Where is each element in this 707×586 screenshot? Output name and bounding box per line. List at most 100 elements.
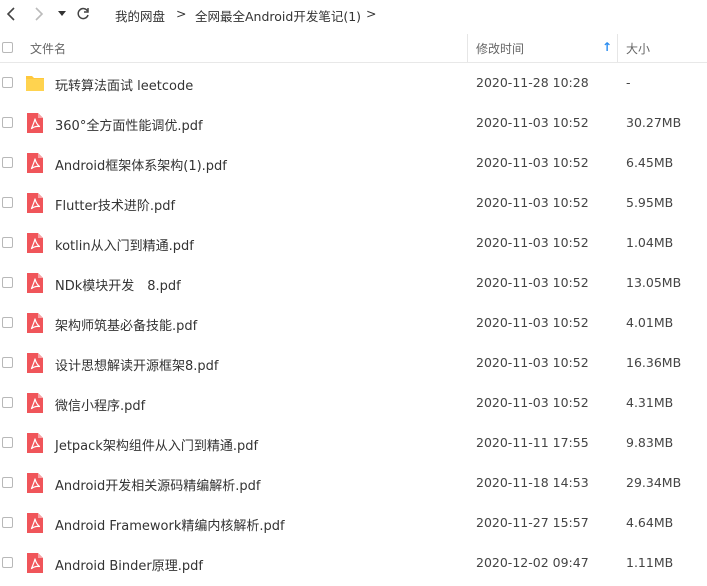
file-name[interactable]: Android Framework精编内核解析.pdf — [55, 515, 285, 534]
breadcrumb-current-folder[interactable]: 全网最全Android开发笔记(1) — [195, 6, 361, 25]
column-divider[interactable] — [467, 34, 468, 62]
chevron-right-icon — [35, 7, 44, 21]
column-header-modified[interactable]: 修改时间 — [476, 40, 524, 57]
pdf-file-icon — [27, 113, 43, 133]
pdf-file-icon — [27, 193, 43, 213]
breadcrumb-separator[interactable]: > — [366, 6, 376, 21]
file-name[interactable]: Android开发相关源码精编解析.pdf — [55, 475, 260, 494]
file-modified-date: 2020-11-03 10:52 — [476, 395, 589, 410]
file-row[interactable]: Android Binder原理.pdf 2020-12-02 09:47 1.11… — [0, 543, 707, 583]
row-checkbox[interactable] — [2, 517, 13, 528]
file-row[interactable]: 微信小程序.pdf 2020-11-03 10:52 4.31MB — [0, 383, 707, 423]
row-checkbox[interactable] — [2, 397, 13, 408]
file-row[interactable]: Android Framework精编内核解析.pdf 2020-11-27 15… — [0, 503, 707, 543]
file-type-icon — [25, 72, 45, 94]
file-type-icon — [25, 152, 45, 174]
file-modified-date: 2020-11-03 10:52 — [476, 275, 589, 290]
pdf-file-icon — [27, 273, 43, 293]
file-type-icon — [25, 272, 45, 294]
sort-arrow-icon: ↑ — [602, 40, 613, 54]
file-name[interactable]: Flutter技术进阶.pdf — [55, 195, 175, 214]
file-name[interactable]: Android Binder原理.pdf — [55, 555, 203, 574]
file-modified-date: 2020-11-03 10:52 — [476, 115, 589, 130]
file-row[interactable]: 设计思想解读开源框架8.pdf 2020-11-03 10:52 16.36MB — [0, 343, 707, 383]
file-modified-date: 2020-11-11 17:55 — [476, 435, 589, 450]
pdf-file-icon — [27, 513, 43, 533]
row-checkbox[interactable] — [2, 237, 13, 248]
file-type-icon — [25, 192, 45, 214]
file-row[interactable]: 玩转算法面试 leetcode 2020-11-28 10:28 - — [0, 63, 707, 103]
file-type-icon — [25, 232, 45, 254]
pdf-file-icon — [27, 153, 43, 173]
file-row[interactable]: Jetpack架构组件从入门到精通.pdf 2020-11-11 17:55 9.8… — [0, 423, 707, 463]
refresh-icon — [77, 7, 89, 20]
back-button[interactable] — [2, 4, 20, 24]
row-checkbox[interactable] — [2, 357, 13, 368]
file-name[interactable]: 架构师筑基必备技能.pdf — [55, 315, 197, 334]
folder-icon — [26, 76, 44, 91]
file-type-icon — [25, 512, 45, 534]
file-name[interactable]: NDk模块开发 8.pdf — [55, 275, 181, 294]
toolbar: 我的网盘 > 全网最全Android开发笔记(1) > — [0, 0, 707, 28]
file-size: 1.04MB — [626, 235, 674, 250]
file-modified-date: 2020-11-03 10:52 — [476, 315, 589, 330]
file-type-icon — [25, 112, 45, 134]
file-modified-date: 2020-11-03 10:52 — [476, 355, 589, 370]
file-modified-date: 2020-11-27 15:57 — [476, 515, 589, 530]
file-modified-date: 2020-11-03 10:52 — [476, 235, 589, 250]
file-size: 29.34MB — [626, 475, 682, 490]
file-type-icon — [25, 312, 45, 334]
file-row[interactable]: NDk模块开发 8.pdf 2020-11-03 10:52 13.05MB — [0, 263, 707, 303]
file-size: 30.27MB — [626, 115, 682, 130]
file-row[interactable]: 360°全方面性能调优.pdf 2020-11-03 10:52 30.27MB — [0, 103, 707, 143]
file-modified-date: 2020-11-18 14:53 — [476, 475, 589, 490]
column-header-name[interactable]: 文件名 — [30, 40, 66, 57]
row-checkbox[interactable] — [2, 197, 13, 208]
row-checkbox[interactable] — [2, 277, 13, 288]
column-divider[interactable] — [617, 34, 618, 62]
file-name[interactable]: kotlin从入门到精通.pdf — [55, 235, 194, 254]
history-dropdown-button[interactable] — [56, 4, 68, 24]
file-type-icon — [25, 392, 45, 414]
file-size: 1.11MB — [626, 555, 674, 570]
file-name[interactable]: 设计思想解读开源框架8.pdf — [55, 355, 218, 374]
breadcrumb-separator: > — [176, 6, 187, 21]
file-row[interactable]: Android框架体系架构(1).pdf 2020-11-03 10:52 6.45… — [0, 143, 707, 183]
file-row[interactable]: Flutter技术进阶.pdf 2020-11-03 10:52 5.95MB — [0, 183, 707, 223]
file-name[interactable]: 玩转算法面试 leetcode — [55, 75, 193, 94]
breadcrumb-my-drive[interactable]: 我的网盘 — [115, 6, 165, 25]
row-checkbox[interactable] — [2, 77, 13, 88]
row-checkbox[interactable] — [2, 437, 13, 448]
column-header-size[interactable]: 大小 — [626, 40, 650, 57]
file-type-icon — [25, 352, 45, 374]
refresh-button[interactable] — [74, 4, 92, 24]
file-type-icon — [25, 432, 45, 454]
row-checkbox[interactable] — [2, 557, 13, 568]
file-type-icon — [25, 552, 45, 574]
pdf-file-icon — [27, 393, 43, 413]
file-size: 4.01MB — [626, 315, 674, 330]
file-size: 5.95MB — [626, 195, 674, 210]
row-checkbox[interactable] — [2, 477, 13, 488]
file-name[interactable]: 360°全方面性能调优.pdf — [55, 115, 203, 134]
file-name[interactable]: 微信小程序.pdf — [55, 395, 145, 414]
file-modified-date: 2020-12-02 09:47 — [476, 555, 589, 570]
file-row[interactable]: kotlin从入门到精通.pdf 2020-11-03 10:52 1.04MB — [0, 223, 707, 263]
row-checkbox[interactable] — [2, 157, 13, 168]
file-row[interactable]: 架构师筑基必备技能.pdf 2020-11-03 10:52 4.01MB — [0, 303, 707, 343]
file-modified-date: 2020-11-03 10:52 — [476, 195, 589, 210]
file-modified-date: 2020-11-03 10:52 — [476, 155, 589, 170]
file-size: 13.05MB — [626, 275, 682, 290]
pdf-file-icon — [27, 313, 43, 333]
file-size: 4.64MB — [626, 515, 674, 530]
forward-button[interactable] — [30, 4, 48, 24]
file-size: 6.45MB — [626, 155, 674, 170]
file-size: 4.31MB — [626, 395, 674, 410]
file-name[interactable]: Android框架体系架构(1).pdf — [55, 155, 227, 174]
select-all-checkbox[interactable] — [2, 42, 13, 53]
pdf-file-icon — [27, 233, 43, 253]
file-row[interactable]: Android开发相关源码精编解析.pdf 2020-11-18 14:53 29.… — [0, 463, 707, 503]
file-name[interactable]: Jetpack架构组件从入门到精通.pdf — [55, 435, 258, 454]
row-checkbox[interactable] — [2, 117, 13, 128]
row-checkbox[interactable] — [2, 317, 13, 328]
